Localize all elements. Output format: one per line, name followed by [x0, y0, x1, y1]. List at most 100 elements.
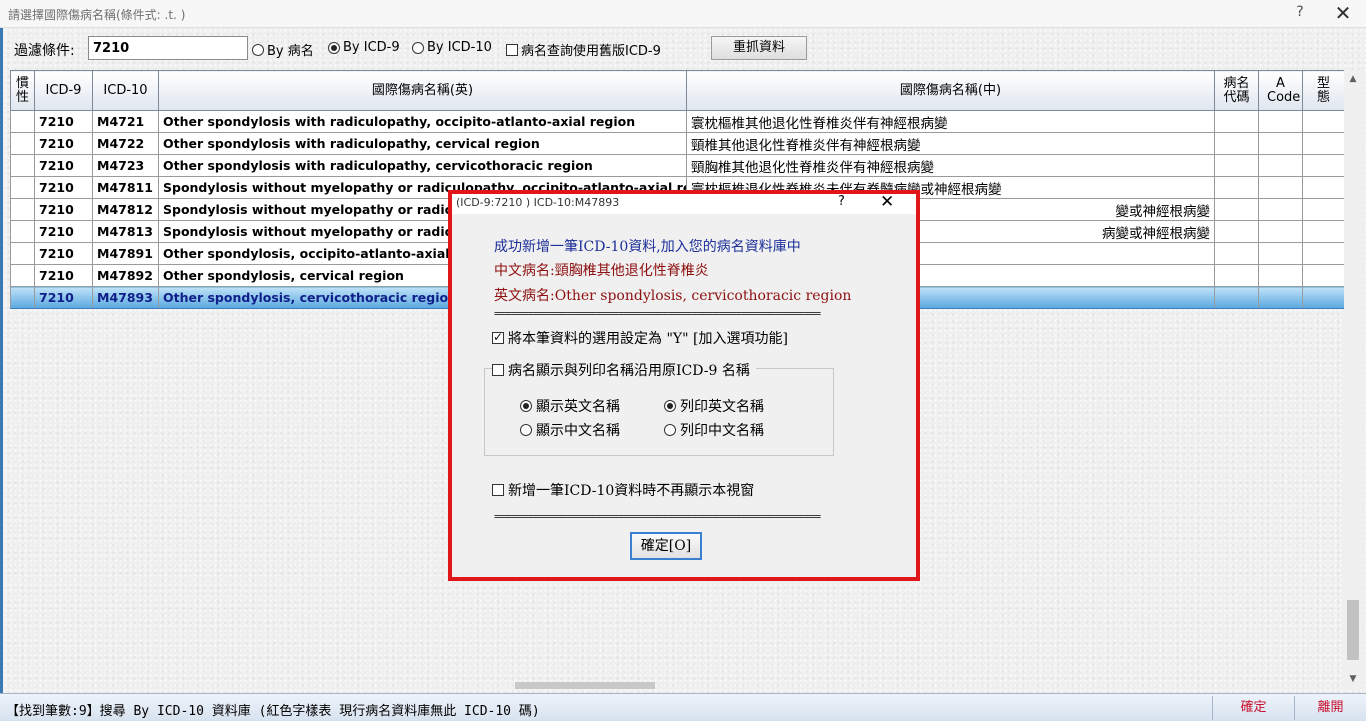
- table-row[interactable]: 7210 M4722 Other spondylosis with radicu…: [10, 132, 1345, 155]
- cell-code: [1214, 242, 1259, 265]
- window-titlebar: 請選擇國際傷病名稱(條件式: .t. ) ? ✕: [0, 0, 1366, 28]
- cell-acode: [1258, 132, 1303, 155]
- cell-icd9: 7210: [34, 154, 93, 177]
- cell-icd10: M4721: [92, 110, 159, 133]
- leave-button[interactable]: 離開: [1294, 696, 1366, 720]
- cell-code: [1214, 198, 1259, 221]
- cell-icd10: M47893: [92, 286, 159, 309]
- use-icd9-name-checkbox[interactable]: 病名顯示與列印名稱沿用原ICD-9 名稱: [492, 360, 756, 380]
- table-row[interactable]: 7210 M4721 Other spondylosis with radicu…: [10, 110, 1345, 133]
- cell-icd10: M4723: [92, 154, 159, 177]
- radio-by-icd9-label: By ICD-9: [343, 40, 400, 55]
- filter-bar: 過濾條件: By 病名 By ICD-9 By ICD-10 病名查詢使用舊版I…: [14, 36, 1354, 62]
- cell-type: [1302, 286, 1345, 309]
- cell-habit: [10, 132, 35, 155]
- radio-by-icd10[interactable]: By ICD-10: [412, 40, 492, 55]
- dialog-zh-name: 中文病名:頸胸椎其他退化性脊椎炎: [494, 263, 709, 279]
- cell-icd10: M47811: [92, 176, 159, 199]
- cell-acode: [1258, 220, 1303, 243]
- radio-show-en[interactable]: 顯示英文名稱: [520, 396, 620, 416]
- filter-input[interactable]: [88, 36, 248, 60]
- radio-print-zh-label: 列印中文名稱: [680, 423, 764, 439]
- radio-by-icd9[interactable]: By ICD-9: [328, 40, 400, 55]
- cell-icd10: M4722: [92, 132, 159, 155]
- col-header-icd10[interactable]: ICD-10: [92, 70, 159, 111]
- dialog-separator: ========================================…: [494, 307, 821, 320]
- status-bar: 【找到筆數:9】搜尋 By ICD-10 資料庫 (紅色字樣表 現行病名資料庫無…: [0, 693, 1366, 721]
- radio-circle: [412, 41, 424, 54]
- cell-icd10: M47812: [92, 198, 159, 221]
- cell-name-zh: 頸胸椎其他退化性脊椎炎伴有神經根病變: [686, 154, 1215, 177]
- dialog-help-icon[interactable]: ?: [838, 194, 845, 209]
- table-row[interactable]: 7210 M4723 Other spondylosis with radicu…: [10, 154, 1345, 177]
- vertical-scrollbar[interactable]: ▲ ▼: [1344, 70, 1362, 690]
- ok-button[interactable]: 確定: [1212, 696, 1294, 720]
- scroll-down-icon[interactable]: ▼: [1344, 670, 1362, 688]
- col-header-code[interactable]: 病名代碼: [1214, 70, 1259, 111]
- scroll-thumb[interactable]: [1347, 600, 1359, 660]
- radio-circle: [328, 41, 340, 54]
- old-version-checkbox[interactable]: 病名查詢使用舊版ICD-9: [506, 40, 661, 59]
- table-header-row: 慣性 ICD-9 ICD-10 國際傷病名稱(英) 國際傷病名稱(中) 病名代碼…: [10, 70, 1345, 111]
- old-version-label: 病名查詢使用舊版ICD-9: [521, 44, 661, 59]
- cell-acode: [1258, 110, 1303, 133]
- no-show-again-checkbox[interactable]: 新增一筆ICD-10資料時不再顯示本視窗: [492, 480, 754, 500]
- cell-acode: [1258, 176, 1303, 199]
- cell-acode: [1258, 264, 1303, 287]
- radio-circle: [252, 43, 264, 56]
- cell-habit: [10, 176, 35, 199]
- radio-by-name-label: By 病名: [267, 44, 314, 59]
- cell-code: [1214, 110, 1259, 133]
- dialog-close-icon[interactable]: ✕: [880, 192, 894, 212]
- checkbox-box: [492, 484, 504, 496]
- cell-icd9: 7210: [34, 176, 93, 199]
- cell-type: [1302, 132, 1345, 155]
- col-header-type[interactable]: 型態: [1302, 70, 1345, 111]
- radio-show-zh-label: 顯示中文名稱: [536, 423, 620, 439]
- set-y-checkbox[interactable]: 將本筆資料的選用設定為 "Y" [加入選項功能]: [492, 328, 788, 348]
- cell-code: [1214, 264, 1259, 287]
- scroll-up-icon[interactable]: ▲: [1344, 70, 1362, 88]
- radio-print-en[interactable]: 列印英文名稱: [664, 396, 764, 416]
- dialog-en-name: 英文病名:Other spondylosis, cervicothoracic …: [494, 288, 852, 304]
- col-header-habit[interactable]: 慣性: [10, 70, 35, 111]
- hscroll-thumb[interactable]: [515, 682, 655, 689]
- dialog-success-text: 成功新增一筆ICD-10資料,加入您的病名資料庫中: [494, 239, 801, 255]
- cell-icd9: 7210: [34, 110, 93, 133]
- cell-icd9: 7210: [34, 198, 93, 221]
- refetch-button[interactable]: 重抓資料: [711, 36, 807, 60]
- cell-icd9: 7210: [34, 286, 93, 309]
- radio-print-en-label: 列印英文名稱: [680, 399, 764, 415]
- help-icon[interactable]: ?: [1290, 4, 1310, 20]
- cell-icd9: 7210: [34, 220, 93, 243]
- cell-type: [1302, 220, 1345, 243]
- cell-code: [1214, 176, 1259, 199]
- radio-circle: [520, 400, 532, 412]
- cell-code: [1214, 286, 1259, 309]
- checkbox-box: [492, 364, 504, 376]
- cell-icd9: 7210: [34, 264, 93, 287]
- horizontal-scrollbar[interactable]: [10, 680, 1344, 690]
- checkbox-box: [506, 43, 518, 56]
- col-header-icd9[interactable]: ICD-9: [34, 70, 93, 111]
- cell-icd10: M47891: [92, 242, 159, 265]
- radio-print-zh[interactable]: 列印中文名稱: [664, 420, 764, 440]
- radio-by-name[interactable]: By 病名: [252, 40, 314, 59]
- close-icon[interactable]: ✕: [1330, 1, 1356, 25]
- cell-code: [1214, 220, 1259, 243]
- cell-name-en: Other spondylosis with radiculopathy, ce…: [158, 154, 687, 177]
- radio-show-zh[interactable]: 顯示中文名稱: [520, 420, 620, 440]
- col-header-name-zh[interactable]: 國際傷病名稱(中): [686, 70, 1215, 111]
- cell-icd10: M47813: [92, 220, 159, 243]
- cell-name-zh: 頸椎其他退化性脊椎炎伴有神經根病變: [686, 132, 1215, 155]
- col-header-acode[interactable]: A Code: [1258, 70, 1303, 111]
- radio-by-icd10-label: By ICD-10: [427, 40, 492, 55]
- radio-circle: [664, 400, 676, 412]
- cell-habit: [10, 286, 35, 309]
- filter-label: 過濾條件:: [14, 43, 75, 59]
- cell-habit: [10, 110, 35, 133]
- col-header-name-en[interactable]: 國際傷病名稱(英): [158, 70, 687, 111]
- cell-habit: [10, 242, 35, 265]
- checkbox-box: [492, 330, 504, 344]
- dialog-confirm-button[interactable]: 確定[O]: [630, 532, 702, 560]
